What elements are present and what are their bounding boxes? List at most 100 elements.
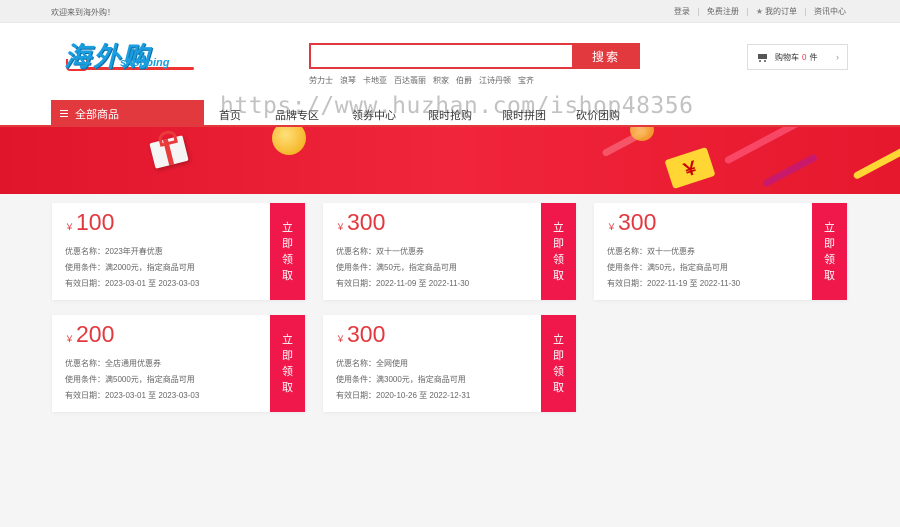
claim-char: 立 xyxy=(282,221,293,234)
coupon-validity: 有效日期：2020-10-26 至 2022-12-31 xyxy=(336,390,470,401)
coupon-card: ￥100 优惠名称：2023年开春优惠 使用条件：满2000元，指定商品可用 有… xyxy=(52,203,305,300)
nav-item-home[interactable]: 首页 xyxy=(219,107,241,123)
coupon-validity-value: 2023-03-01 至 2023-03-03 xyxy=(105,391,200,400)
coupon-validity-label: 有效日期： xyxy=(65,279,105,288)
claim-char: 立 xyxy=(553,333,564,346)
all-categories-button[interactable]: 全部商品 xyxy=(51,100,204,127)
nav-item-brands[interactable]: 品牌专区 xyxy=(275,107,319,123)
banner-streak xyxy=(723,127,807,165)
site-logo[interactable]: 海外购 shopping xyxy=(64,37,240,73)
claim-char: 取 xyxy=(824,269,835,282)
coupon-amount: ￥300 xyxy=(336,209,385,236)
coupon-condition-value: 满5000元，指定商品可用 xyxy=(105,375,195,384)
banner-streak xyxy=(761,153,819,188)
hot-keywords: 劳力士 浪琴 卡地亚 百达翡丽 积家 伯爵 江诗丹顿 宝齐 xyxy=(309,75,534,86)
coupon-name-label: 优惠名称： xyxy=(336,247,376,256)
coupon-card: ￥300 优惠名称：双十一优惠券 使用条件：满50元，指定商品可用 有效日期：2… xyxy=(594,203,847,300)
coupon-name-value: 全店通用优惠券 xyxy=(105,359,161,368)
coupon-validity-label: 有效日期： xyxy=(65,391,105,400)
currency-symbol: ￥ xyxy=(607,222,617,232)
coupon-value: 300 xyxy=(347,209,386,235)
nav-items: 首页 品牌专区 领券中心 限时抢购 限时拼团 砍价团购 xyxy=(219,107,620,123)
coupon-condition-value: 满50元，指定商品可用 xyxy=(647,263,728,272)
claim-coupon-button[interactable]: 立即领取 xyxy=(809,203,847,300)
login-link[interactable]: 登录 xyxy=(674,6,690,17)
coupon-condition: 使用条件：满3000元，指定商品可用 xyxy=(336,374,466,385)
coupon-value: 200 xyxy=(76,321,115,347)
my-orders-link[interactable]: 我的订单 xyxy=(765,6,797,17)
coupon-validity-label: 有效日期： xyxy=(607,279,647,288)
search-button[interactable]: 搜索 xyxy=(572,43,640,69)
claim-char: 领 xyxy=(824,253,835,266)
cart-label: 购物车 xyxy=(775,52,799,62)
chevron-right-icon: › xyxy=(836,52,839,62)
coupon-name-label: 优惠名称： xyxy=(336,359,376,368)
coupon-name: 优惠名称：全网使用 xyxy=(336,358,408,369)
claim-coupon-button[interactable]: 立即领取 xyxy=(267,203,305,300)
claim-char: 取 xyxy=(282,269,293,282)
claim-char: 即 xyxy=(282,349,293,362)
coupon-condition: 使用条件：满5000元，指定商品可用 xyxy=(65,374,195,385)
top-bar: 欢迎来到海外购！ 登录 免费注册 ★ 我的订单 资讯中心 xyxy=(0,0,900,23)
claim-char: 领 xyxy=(553,253,564,266)
coupon-card: ￥300 优惠名称：全网使用 使用条件：满3000元，指定商品可用 有效日期：2… xyxy=(323,315,576,412)
banner-streak xyxy=(852,140,900,181)
nav-item-flash-sale[interactable]: 限时抢购 xyxy=(428,107,472,123)
claim-coupon-button[interactable]: 立即领取 xyxy=(267,315,305,412)
nav-item-coupons[interactable]: 领券中心 xyxy=(352,107,396,123)
hot-keyword[interactable]: 卡地亚 xyxy=(363,75,387,86)
claim-char: 即 xyxy=(553,237,564,250)
coupon-card: ￥300 优惠名称：双十一优惠券 使用条件：满50元，指定商品可用 有效日期：2… xyxy=(323,203,576,300)
news-center-link[interactable]: 资讯中心 xyxy=(814,6,846,17)
divider xyxy=(805,7,806,16)
nav-item-group-buy[interactable]: 限时拼团 xyxy=(502,107,546,123)
hot-keyword[interactable]: 伯爵 xyxy=(456,75,472,86)
coupon-condition-label: 使用条件： xyxy=(65,375,105,384)
coupon-name-label: 优惠名称： xyxy=(607,247,647,256)
logo-en-text: shopping xyxy=(120,57,170,69)
coupon-name-label: 优惠名称： xyxy=(65,359,105,368)
coupon-amount: ￥100 xyxy=(65,209,114,236)
coupon-card: ￥200 优惠名称：全店通用优惠券 使用条件：满5000元，指定商品可用 有效日… xyxy=(52,315,305,412)
coupon-validity-value: 2020-10-26 至 2022-12-31 xyxy=(376,391,471,400)
gift-box-icon xyxy=(149,135,189,169)
nav-item-bargain[interactable]: 砍价团购 xyxy=(576,107,620,123)
coupon-validity-value: 2022-11-09 至 2022-11-30 xyxy=(376,279,470,288)
hot-keyword[interactable]: 积家 xyxy=(433,75,449,86)
coupon-condition: 使用条件：满50元，指定商品可用 xyxy=(336,262,457,273)
search-input[interactable] xyxy=(309,43,572,69)
claim-coupon-button[interactable]: 立即领取 xyxy=(538,315,576,412)
claim-char: 取 xyxy=(553,269,564,282)
mini-cart-button[interactable]: 购物车 0 件 › xyxy=(747,44,848,70)
hot-keyword[interactable]: 浪琴 xyxy=(340,75,356,86)
currency-symbol: ￥ xyxy=(65,334,75,344)
promo-banner: ￥ xyxy=(0,127,900,194)
coupon-condition: 使用条件：满50元，指定商品可用 xyxy=(607,262,728,273)
coupon-condition-value: 满3000元，指定商品可用 xyxy=(376,375,466,384)
coupon-validity: 有效日期：2023-03-01 至 2023-03-03 xyxy=(65,390,199,401)
coupon-name: 优惠名称：双十一优惠券 xyxy=(336,246,424,257)
claim-char: 即 xyxy=(282,237,293,250)
coupon-validity: 有效日期：2023-03-01 至 2023-03-03 xyxy=(65,278,199,289)
claim-char: 立 xyxy=(824,221,835,234)
top-links: 登录 免费注册 ★ 我的订单 资讯中心 xyxy=(674,6,846,17)
hot-keyword[interactable]: 江诗丹顿 xyxy=(479,75,511,86)
coupon-amount: ￥300 xyxy=(336,321,385,348)
header: 海外购 shopping 搜索 劳力士 浪琴 卡地亚 百达翡丽 积家 伯爵 江诗… xyxy=(0,23,900,100)
search-bar: 搜索 xyxy=(309,43,640,69)
claim-char: 领 xyxy=(282,253,293,266)
coupon-value: 300 xyxy=(618,209,657,235)
welcome-text: 欢迎来到海外购！ xyxy=(51,8,115,17)
hot-keyword[interactable]: 宝齐 xyxy=(518,75,534,86)
register-link[interactable]: 免费注册 xyxy=(707,6,739,17)
coupon-condition-value: 满2000元，指定商品可用 xyxy=(105,263,195,272)
hot-keyword[interactable]: 百达翡丽 xyxy=(394,75,426,86)
hot-keyword[interactable]: 劳力士 xyxy=(309,75,333,86)
coupon-validity-value: 2022-11-19 至 2022-11-30 xyxy=(647,279,741,288)
coupon-name-label: 优惠名称： xyxy=(65,247,105,256)
claim-char: 即 xyxy=(553,349,564,362)
coupon-validity: 有效日期：2022-11-09 至 2022-11-30 xyxy=(336,278,469,289)
coupon-condition-value: 满50元，指定商品可用 xyxy=(376,263,457,272)
claim-coupon-button[interactable]: 立即领取 xyxy=(538,203,576,300)
coupon-condition-label: 使用条件： xyxy=(607,263,647,272)
